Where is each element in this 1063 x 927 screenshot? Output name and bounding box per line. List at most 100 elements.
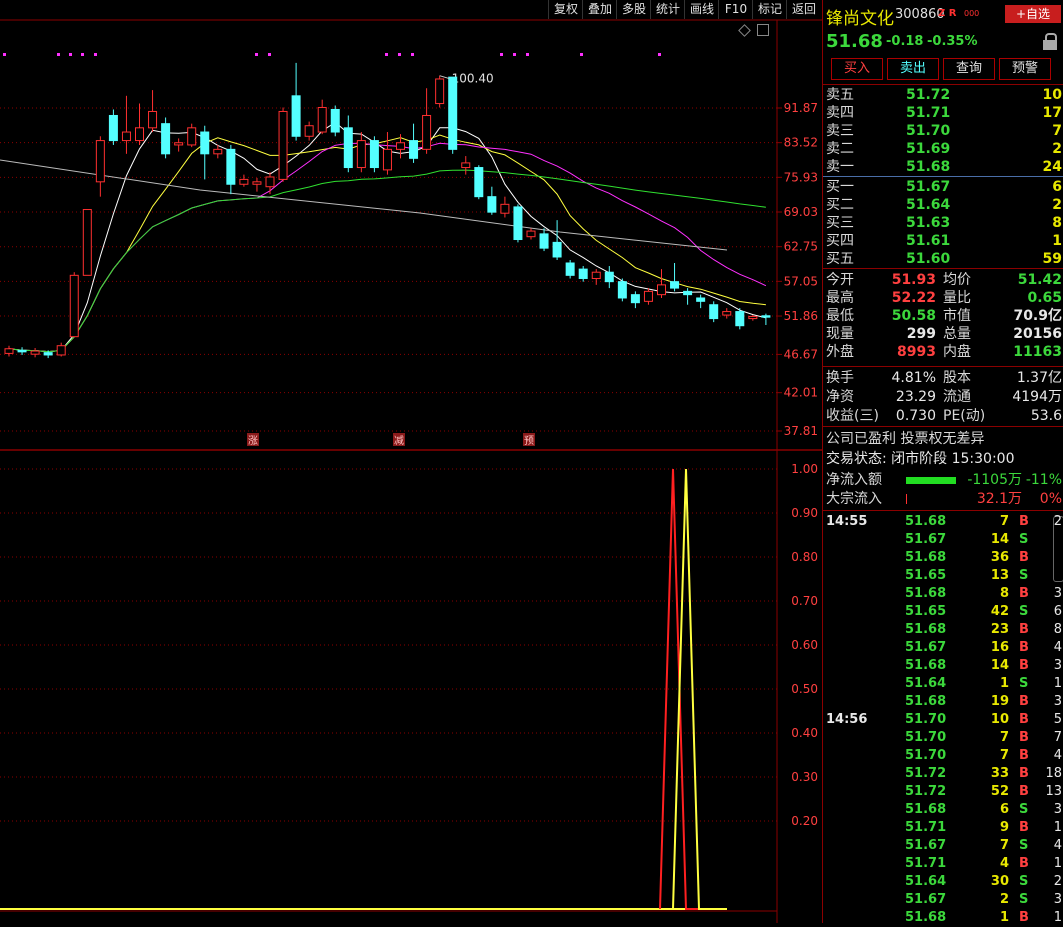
tick-row: 51.72 52 B 13	[905, 784, 1062, 799]
sell-button[interactable]: 卖出	[887, 58, 939, 80]
candle[interactable]	[200, 131, 210, 155]
candle[interactable]	[278, 110, 288, 180]
event-dot[interactable]	[658, 53, 661, 56]
event-dot[interactable]	[94, 53, 97, 56]
price-change-pct: -0.35%	[927, 34, 978, 49]
candle[interactable]	[95, 140, 105, 183]
candle[interactable]	[356, 140, 366, 169]
candle[interactable]	[617, 281, 627, 299]
query-button[interactable]: 查询	[943, 58, 995, 80]
candle[interactable]	[121, 131, 131, 142]
candle[interactable]	[213, 148, 223, 155]
event-dot[interactable]	[513, 53, 516, 56]
event-dot[interactable]	[57, 53, 60, 56]
candle[interactable]	[148, 110, 158, 129]
event-dot[interactable]	[411, 53, 414, 56]
candle[interactable]	[43, 352, 53, 356]
candle[interactable]	[135, 127, 144, 142]
candle[interactable]	[630, 294, 640, 304]
kline-chart[interactable]: 91.87 83.52 75.93 69.03 62.75 57.05 51.86 46.67…	[0, 0, 822, 923]
candle[interactable]	[604, 271, 614, 283]
candle[interactable]	[174, 142, 184, 146]
candle[interactable]	[382, 148, 392, 171]
toolbar-6[interactable]: 标记	[752, 0, 787, 19]
fund-row: 收益(三) 0.730 PE(动) 53.6	[826, 408, 1062, 424]
candle[interactable]	[108, 114, 118, 142]
candle[interactable]	[435, 78, 445, 105]
candle[interactable]	[56, 345, 66, 356]
candle[interactable]	[696, 297, 706, 302]
toolbar-3[interactable]: 统计	[650, 0, 685, 19]
toolbar-2[interactable]: 多股	[616, 0, 651, 19]
toolbar-0[interactable]: 复权	[548, 0, 583, 19]
buy-button[interactable]: 买入	[831, 58, 883, 80]
ask-row: 卖四 51.71 17	[826, 105, 1062, 121]
candle[interactable]	[709, 304, 719, 320]
candle[interactable]	[187, 127, 197, 146]
candle[interactable]	[565, 262, 575, 276]
toolbar-5[interactable]: F10	[718, 0, 753, 19]
candle[interactable]	[317, 106, 327, 133]
event-dot[interactable]	[580, 53, 583, 56]
candle[interactable]	[69, 274, 79, 338]
candle[interactable]	[396, 142, 405, 150]
price-tick: 62.75	[784, 240, 818, 254]
candle[interactable]	[683, 290, 693, 296]
candle[interactable]	[513, 206, 523, 241]
event-dot[interactable]	[81, 53, 84, 56]
candle[interactable]	[643, 290, 653, 302]
chart-window-icon[interactable]	[757, 24, 769, 36]
candle[interactable]	[761, 315, 771, 318]
candle[interactable]	[226, 148, 236, 185]
candle[interactable]	[422, 114, 432, 150]
fund-row: 换手 4.81% 股本 1.37亿	[826, 370, 1062, 386]
candle[interactable]	[4, 348, 14, 354]
last-price: 51.68	[826, 31, 883, 52]
candle[interactable]	[539, 233, 549, 249]
candle[interactable]	[239, 178, 249, 185]
candle[interactable]	[161, 123, 171, 155]
candle[interactable]	[591, 271, 601, 279]
candle[interactable]	[461, 162, 471, 169]
candle[interactable]	[291, 95, 301, 137]
candle[interactable]	[526, 230, 536, 238]
candle[interactable]	[17, 349, 27, 353]
tick-row: 51.67 7 S 4	[905, 838, 1062, 853]
event-dot[interactable]	[398, 53, 401, 56]
tick-row: 51.68 23 B 8	[905, 622, 1062, 637]
candle[interactable]	[552, 241, 562, 258]
candle[interactable]	[330, 108, 340, 133]
ma60-line	[8, 169, 766, 353]
candle[interactable]	[252, 181, 262, 185]
candle[interactable]	[474, 167, 484, 198]
candle[interactable]	[657, 284, 666, 296]
candle[interactable]	[369, 140, 379, 169]
alert-button[interactable]: 预警	[999, 58, 1051, 80]
event-dot[interactable]	[500, 53, 503, 56]
candle[interactable]	[735, 311, 745, 327]
event-dot[interactable]	[69, 53, 72, 56]
candle[interactable]	[304, 125, 314, 137]
event-dot[interactable]	[255, 53, 258, 56]
event-dot[interactable]	[3, 53, 6, 56]
toolbar-1[interactable]: 叠加	[582, 0, 617, 19]
add-watchlist-button[interactable]: +自选	[1005, 5, 1061, 23]
candle[interactable]	[30, 350, 40, 355]
candle[interactable]	[487, 196, 497, 213]
candle[interactable]	[722, 311, 732, 316]
candle[interactable]	[448, 76, 458, 150]
toolbar-4[interactable]: 画线	[684, 0, 719, 19]
candle[interactable]	[82, 209, 92, 276]
candle[interactable]	[343, 127, 353, 169]
candle[interactable]	[265, 176, 275, 188]
candle[interactable]	[409, 140, 419, 159]
candle[interactable]	[500, 203, 510, 214]
candle[interactable]	[748, 315, 758, 320]
event-dot[interactable]	[385, 53, 388, 56]
toolbar-7[interactable]: 返回	[786, 0, 821, 19]
event-dot[interactable]	[526, 53, 529, 56]
event-dot[interactable]	[268, 53, 271, 56]
tick-row: 51.72 33 B 18	[905, 766, 1062, 781]
candle[interactable]	[670, 281, 680, 289]
candle[interactable]	[578, 268, 588, 279]
